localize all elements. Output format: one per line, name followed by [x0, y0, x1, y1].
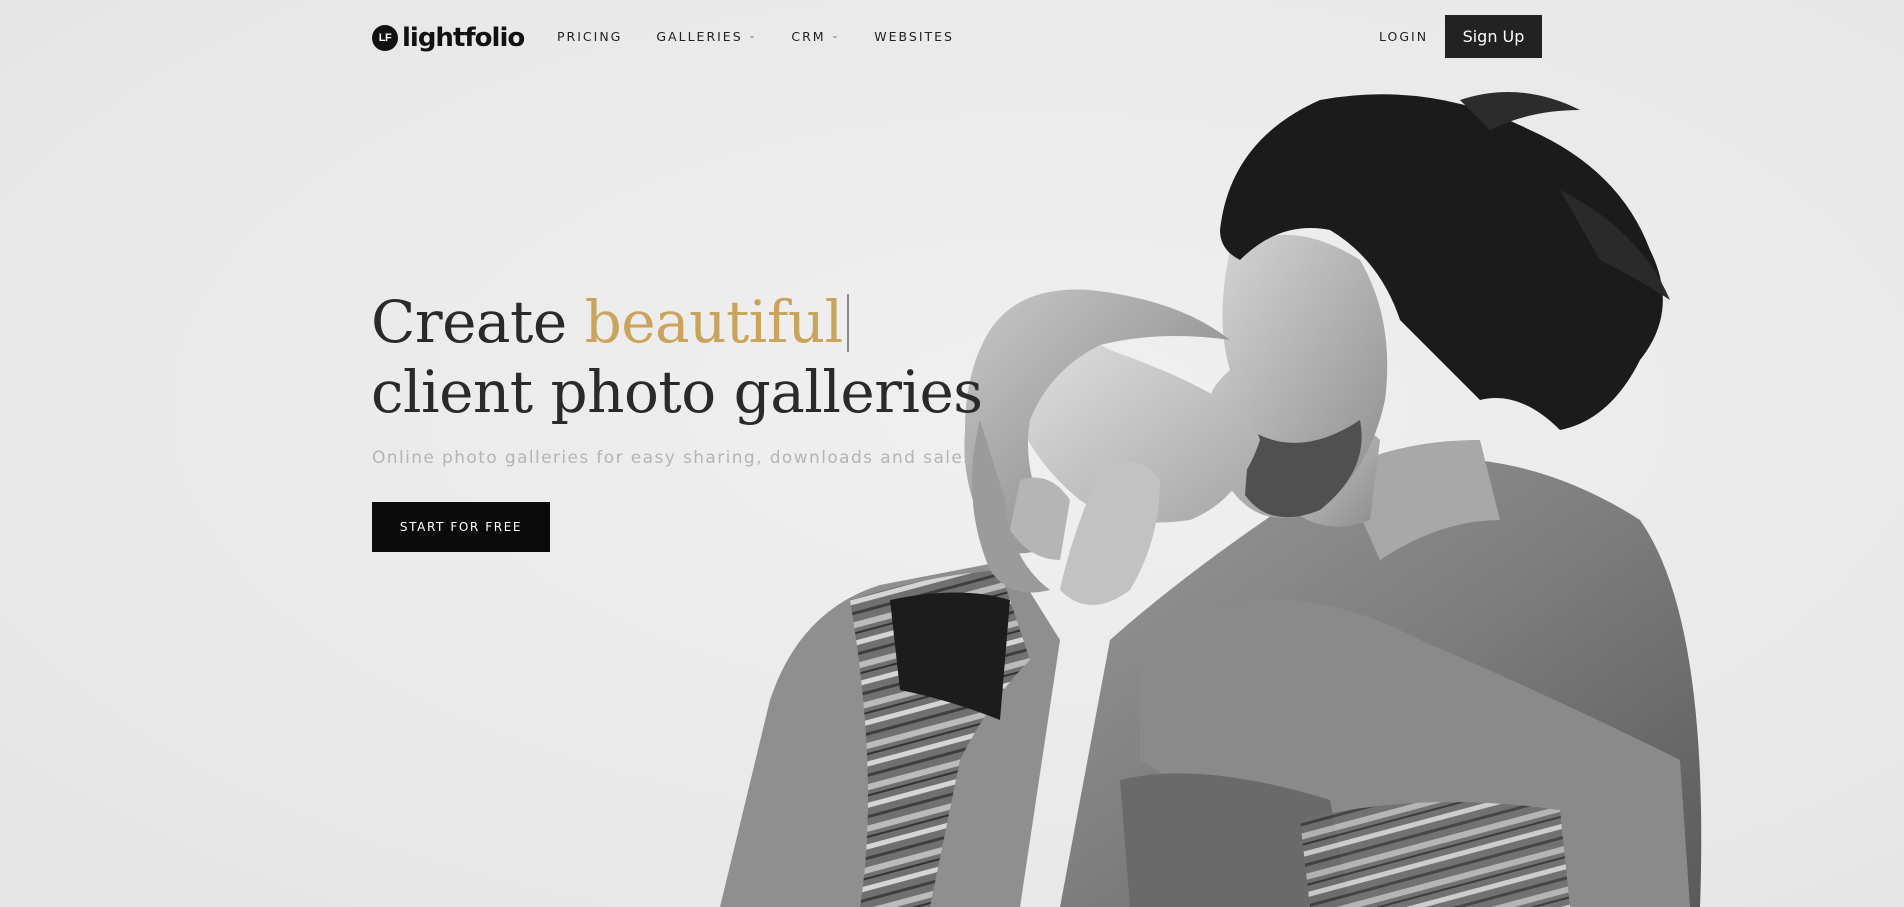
headline-accent-word: beautiful	[584, 288, 844, 356]
logo-mark-icon: LF	[372, 25, 398, 51]
nav-item-pricing[interactable]: PRICING	[557, 29, 622, 44]
landing-page: LF lightfolio PRICING GALLERIES ⌄ CRM ⌄ …	[0, 0, 1904, 907]
site-header: LF lightfolio PRICING GALLERIES ⌄ CRM ⌄ …	[0, 0, 1904, 74]
nav-item-label: WEBSITES	[874, 29, 954, 44]
headline-prefix: Create	[371, 288, 567, 356]
headline-line-2: client photo galleries	[371, 358, 983, 426]
typing-cursor	[846, 294, 849, 352]
chevron-down-icon: ⌄	[748, 31, 758, 40]
chevron-down-icon: ⌄	[831, 31, 841, 40]
nav-item-label: CRM	[791, 29, 826, 44]
hero-subtitle: Online photo galleries for easy sharing,…	[372, 448, 974, 468]
nav-item-websites[interactable]: WEBSITES	[874, 29, 954, 44]
nav-item-galleries[interactable]: GALLERIES ⌄	[656, 29, 757, 44]
nav-item-label: GALLERIES	[656, 29, 743, 44]
start-for-free-button[interactable]: START FOR FREE	[372, 502, 550, 552]
hero-headline: Create beautiful client photo galleries	[371, 287, 983, 427]
main-nav: PRICING GALLERIES ⌄ CRM ⌄ WEBSITES	[557, 29, 954, 44]
login-link[interactable]: LOGIN	[1379, 29, 1428, 44]
sign-up-button[interactable]: Sign Up	[1445, 15, 1542, 58]
nav-item-label: PRICING	[557, 29, 623, 44]
logo-text: lightfolio	[402, 23, 525, 53]
nav-item-crm[interactable]: CRM ⌄	[791, 29, 840, 44]
lightfolio-logo[interactable]: LF lightfolio	[372, 22, 525, 54]
